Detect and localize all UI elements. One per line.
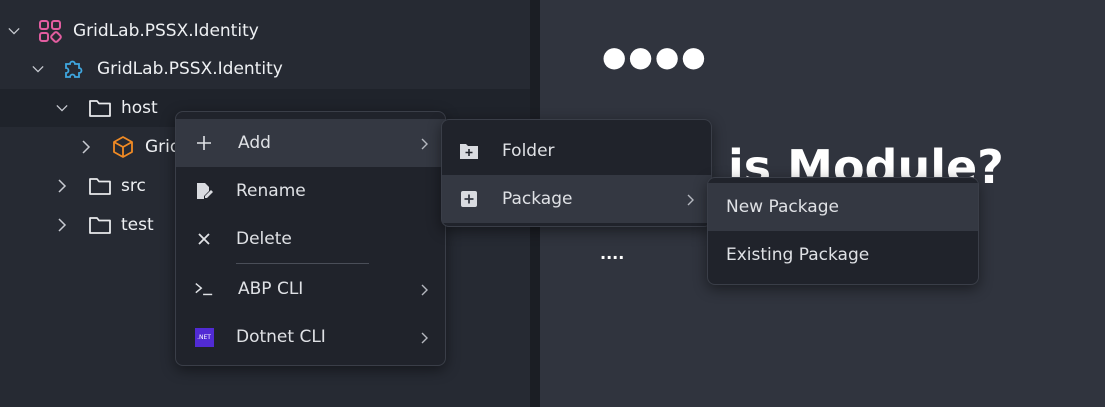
- folder-icon: [88, 96, 112, 120]
- terminal-icon: [194, 279, 214, 299]
- tree-item-label: test: [121, 215, 154, 235]
- menu-item-label: Delete: [236, 229, 292, 249]
- square-plus-icon: [459, 189, 479, 209]
- tree-item-label: host: [121, 98, 158, 118]
- chevron-right-icon[interactable]: [56, 218, 68, 232]
- menu-item-package[interactable]: Package: [442, 175, 711, 223]
- package-box-icon: [111, 135, 135, 159]
- module-puzzle-icon: [62, 57, 86, 81]
- menu-item-label: Dotnet CLI: [236, 327, 326, 347]
- menu-item-label: New Package: [726, 197, 839, 217]
- menu-item-label: Package: [502, 189, 573, 209]
- dotnet-icon: .NET: [194, 327, 214, 347]
- menu-separator: [236, 263, 369, 264]
- chevron-down-icon[interactable]: [56, 102, 68, 114]
- chevron-right-icon: [685, 192, 695, 206]
- menu-item-folder[interactable]: Folder: [442, 127, 711, 175]
- tree-item-solution[interactable]: GridLab.PSSX.Identity: [0, 12, 530, 50]
- tree-item-label: src: [121, 176, 146, 196]
- chevron-right-icon[interactable]: [80, 140, 92, 154]
- menu-item-label: Rename: [236, 181, 306, 201]
- menu-item-dotnet-cli[interactable]: .NET Dotnet CLI: [176, 313, 445, 361]
- chevron-right-icon: [419, 136, 429, 150]
- folder-icon: [88, 174, 112, 198]
- rename-icon: [194, 181, 214, 201]
- menu-item-existing-package[interactable]: Existing Package: [708, 231, 978, 279]
- tree-item-label: GridLab.PSSX.Identity: [73, 21, 259, 41]
- context-menu: Add Rename Delete ABP CLI .NET Dotnet CL…: [175, 111, 446, 366]
- chevron-right-icon[interactable]: [56, 179, 68, 193]
- menu-item-rename[interactable]: Rename: [176, 167, 445, 215]
- menu-item-abp-cli[interactable]: ABP CLI: [176, 265, 445, 313]
- menu-item-label: Folder: [502, 141, 555, 161]
- close-icon: [194, 229, 214, 249]
- menu-item-add[interactable]: Add: [176, 119, 445, 167]
- chevron-right-icon: [419, 282, 429, 296]
- loading-dots: ●●●●: [602, 40, 708, 73]
- tree-item-module[interactable]: GridLab.PSSX.Identity: [0, 50, 530, 88]
- menu-item-label: Add: [238, 133, 271, 153]
- menu-item-delete[interactable]: Delete: [176, 215, 445, 263]
- ellipsis-text: ....: [600, 244, 625, 263]
- plus-icon: [194, 133, 214, 153]
- chevron-down-icon[interactable]: [8, 25, 20, 37]
- menu-item-label: ABP CLI: [238, 279, 304, 299]
- chevron-right-icon: [419, 330, 429, 344]
- menu-item-label: Existing Package: [726, 245, 870, 265]
- folder-icon: [88, 213, 112, 237]
- solution-icon: [38, 19, 62, 43]
- add-submenu: Folder Package: [441, 119, 712, 227]
- package-submenu: New Package Existing Package: [707, 177, 979, 285]
- menu-item-new-package[interactable]: New Package: [708, 183, 978, 231]
- folder-plus-icon: [459, 141, 479, 161]
- tree-item-label: GridLab.PSSX.Identity: [97, 59, 283, 79]
- chevron-down-icon[interactable]: [32, 63, 44, 75]
